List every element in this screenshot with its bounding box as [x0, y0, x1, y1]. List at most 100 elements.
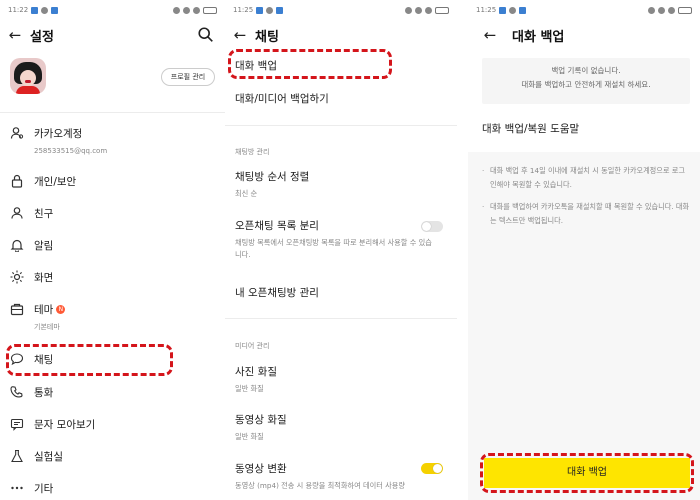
divider [225, 125, 457, 126]
battery-icon [678, 6, 692, 14]
theme-icon [10, 302, 24, 316]
back-arrow-icon[interactable]: ← [225, 26, 255, 44]
video-convert-toggle[interactable] [421, 463, 443, 474]
menu-item-theme[interactable]: 테마 N [0, 295, 225, 323]
panel-gap [457, 0, 468, 500]
my-openchat-label: 내 오픈채팅방 관리 [235, 287, 319, 299]
status-bar: 11:25 [233, 4, 449, 16]
battery-icon [203, 6, 217, 14]
menu-label: 개인/보안 [34, 175, 77, 188]
menu-item-privacy[interactable]: 개인/보안 [0, 167, 225, 195]
divider [0, 112, 225, 113]
app-icon [31, 6, 39, 14]
app-icon [499, 6, 507, 14]
phone-icon [10, 385, 24, 399]
menu-label: 문자 모아보기 [34, 418, 96, 431]
notice-line-2: 대화를 백업하고 안전하게 재설치 하세요. [521, 80, 651, 89]
openchat-split-desc: 채팅방 목록에서 오픈채팅방 목록을 따로 분리해서 사용할 수 있습니다. [235, 238, 432, 259]
profile-manage-button[interactable]: 프로필 관리 [161, 68, 215, 86]
menu-item-messages[interactable]: 문자 모아보기 [0, 410, 225, 438]
mute-icon [405, 6, 412, 14]
status-time: 11:25 [233, 6, 254, 14]
status-bar: 11:25 [476, 4, 692, 16]
chat-bubble-icon [10, 352, 24, 366]
search-icon[interactable] [197, 26, 215, 44]
backup-help-link[interactable]: 대화 백업/복원 도움말 [482, 121, 579, 136]
app-icon [519, 6, 527, 14]
section-header-media: 미디어 관리 [235, 342, 270, 350]
battery-icon [435, 6, 449, 14]
chat-backup-screen: 11:25 ← 대화 백업 백업 기록이 없습니다. 대화를 백업하고 안전하게… [468, 0, 700, 500]
chat-backup-item[interactable]: 대화 백업 [235, 58, 447, 73]
status-time: 11:22 [8, 6, 29, 14]
sort-value: 최신 순 [235, 189, 258, 198]
menu-label: 테마 [34, 303, 54, 316]
signal-icon [658, 6, 665, 14]
menu-item-etc[interactable]: 기타 [0, 474, 225, 500]
back-arrow-icon[interactable]: ← [0, 26, 30, 44]
wifi-icon [425, 6, 432, 14]
video-convert-desc: 동영상 (mp4) 전송 시 용량을 최적화하여 데이터 사용량 [235, 481, 405, 490]
menu-item-kakao-account[interactable]: 카카오계정 [0, 119, 225, 147]
page-title: 채팅 [255, 29, 279, 45]
menu-item-display[interactable]: 화면 [0, 263, 225, 291]
menu-item-friends[interactable]: 친구 [0, 199, 225, 227]
notification-icon [266, 6, 274, 14]
menu-label: 알림 [34, 239, 54, 252]
profile-row: 프로필 관리 [10, 58, 215, 98]
menu-label: 통화 [34, 386, 54, 399]
account-email: 258533515@qq.com [34, 147, 108, 155]
menu-label: 실험실 [34, 450, 63, 463]
notice-line-1: 백업 기록이 없습니다. [551, 66, 621, 75]
wifi-icon [193, 6, 200, 14]
flask-icon [10, 449, 24, 463]
photo-quality-value: 일반 화질 [235, 384, 264, 393]
app-icon [276, 6, 284, 14]
openchat-split-toggle[interactable] [421, 221, 443, 232]
page-title: 대화 백업 [512, 29, 565, 45]
mute-icon [173, 6, 180, 14]
back-arrow-icon[interactable]: ← [468, 26, 512, 44]
avatar[interactable] [10, 58, 46, 94]
video-convert-item[interactable]: 동영상 변환 동영상 (mp4) 전송 시 용량을 최적화하여 데이터 사용량 [235, 461, 453, 492]
menu-item-lab[interactable]: 실험실 [0, 442, 225, 470]
menu-item-notifications[interactable]: 알림 [0, 231, 225, 259]
signal-icon [415, 6, 422, 14]
chat-backup-button[interactable]: 대화 백업 [484, 458, 690, 488]
app-bar: ← 채팅 [225, 22, 457, 48]
account-icon [10, 126, 24, 140]
openchat-split-item[interactable]: 오픈채팅 목록 분리 채팅방 목록에서 오픈채팅방 목록을 따로 분리해서 사용… [235, 218, 432, 261]
app-icon [256, 6, 264, 14]
page-title: 설정 [30, 29, 54, 45]
mute-icon [648, 6, 655, 14]
photo-quality-title: 사진 화질 [235, 366, 277, 378]
chat-backup-label: 대화 백업 [235, 60, 277, 72]
divider [225, 318, 457, 319]
person-icon [10, 206, 24, 220]
video-quality-value: 일반 화질 [235, 432, 264, 441]
app-icon [51, 6, 59, 14]
settings-screen: 11:22 ← 설정 프로필 관리 카카오계정 258533515@qq.com… [0, 0, 225, 500]
media-backup-label: 대화/미디어 백업하기 [235, 93, 329, 105]
sort-title: 채팅방 순서 정렬 [235, 171, 310, 183]
menu-item-chat[interactable]: 채팅 [0, 345, 225, 373]
photo-quality-item[interactable]: 사진 화질 일반 화질 [235, 364, 447, 395]
new-badge: N [56, 304, 66, 314]
video-quality-item[interactable]: 동영상 화질 일반 화질 [235, 412, 447, 443]
my-openchat-item[interactable]: 내 오픈채팅방 관리 [235, 285, 447, 300]
video-quality-title: 동영상 화질 [235, 414, 287, 426]
menu-label: 기타 [34, 482, 54, 495]
no-backup-notice: 백업 기록이 없습니다. 대화를 백업하고 안전하게 재설치 하세요. [482, 58, 690, 104]
message-icon [10, 417, 24, 431]
sort-item[interactable]: 채팅방 순서 정렬 최신 순 [235, 169, 447, 200]
media-backup-item[interactable]: 대화/미디어 백업하기 [235, 91, 447, 106]
app-bar: ← 대화 백업 [468, 22, 700, 48]
chat-settings-screen: 11:25 ← 채팅 대화 백업 대화/미디어 백업하기 채팅방 관리 채팅방 … [225, 0, 457, 500]
lock-icon [10, 174, 24, 188]
openchat-split-title: 오픈채팅 목록 분리 [235, 220, 319, 232]
menu-item-call[interactable]: 통화 [0, 378, 225, 406]
info-bullet-1: 대화 백업 후 14일 이내에 재설치 시 동일한 카카오계정으로 로그인해야 … [482, 164, 690, 192]
status-bar: 11:22 [8, 4, 217, 16]
section-header-chatroom: 채팅방 관리 [235, 148, 270, 156]
theme-value: 기본테마 [34, 323, 60, 331]
